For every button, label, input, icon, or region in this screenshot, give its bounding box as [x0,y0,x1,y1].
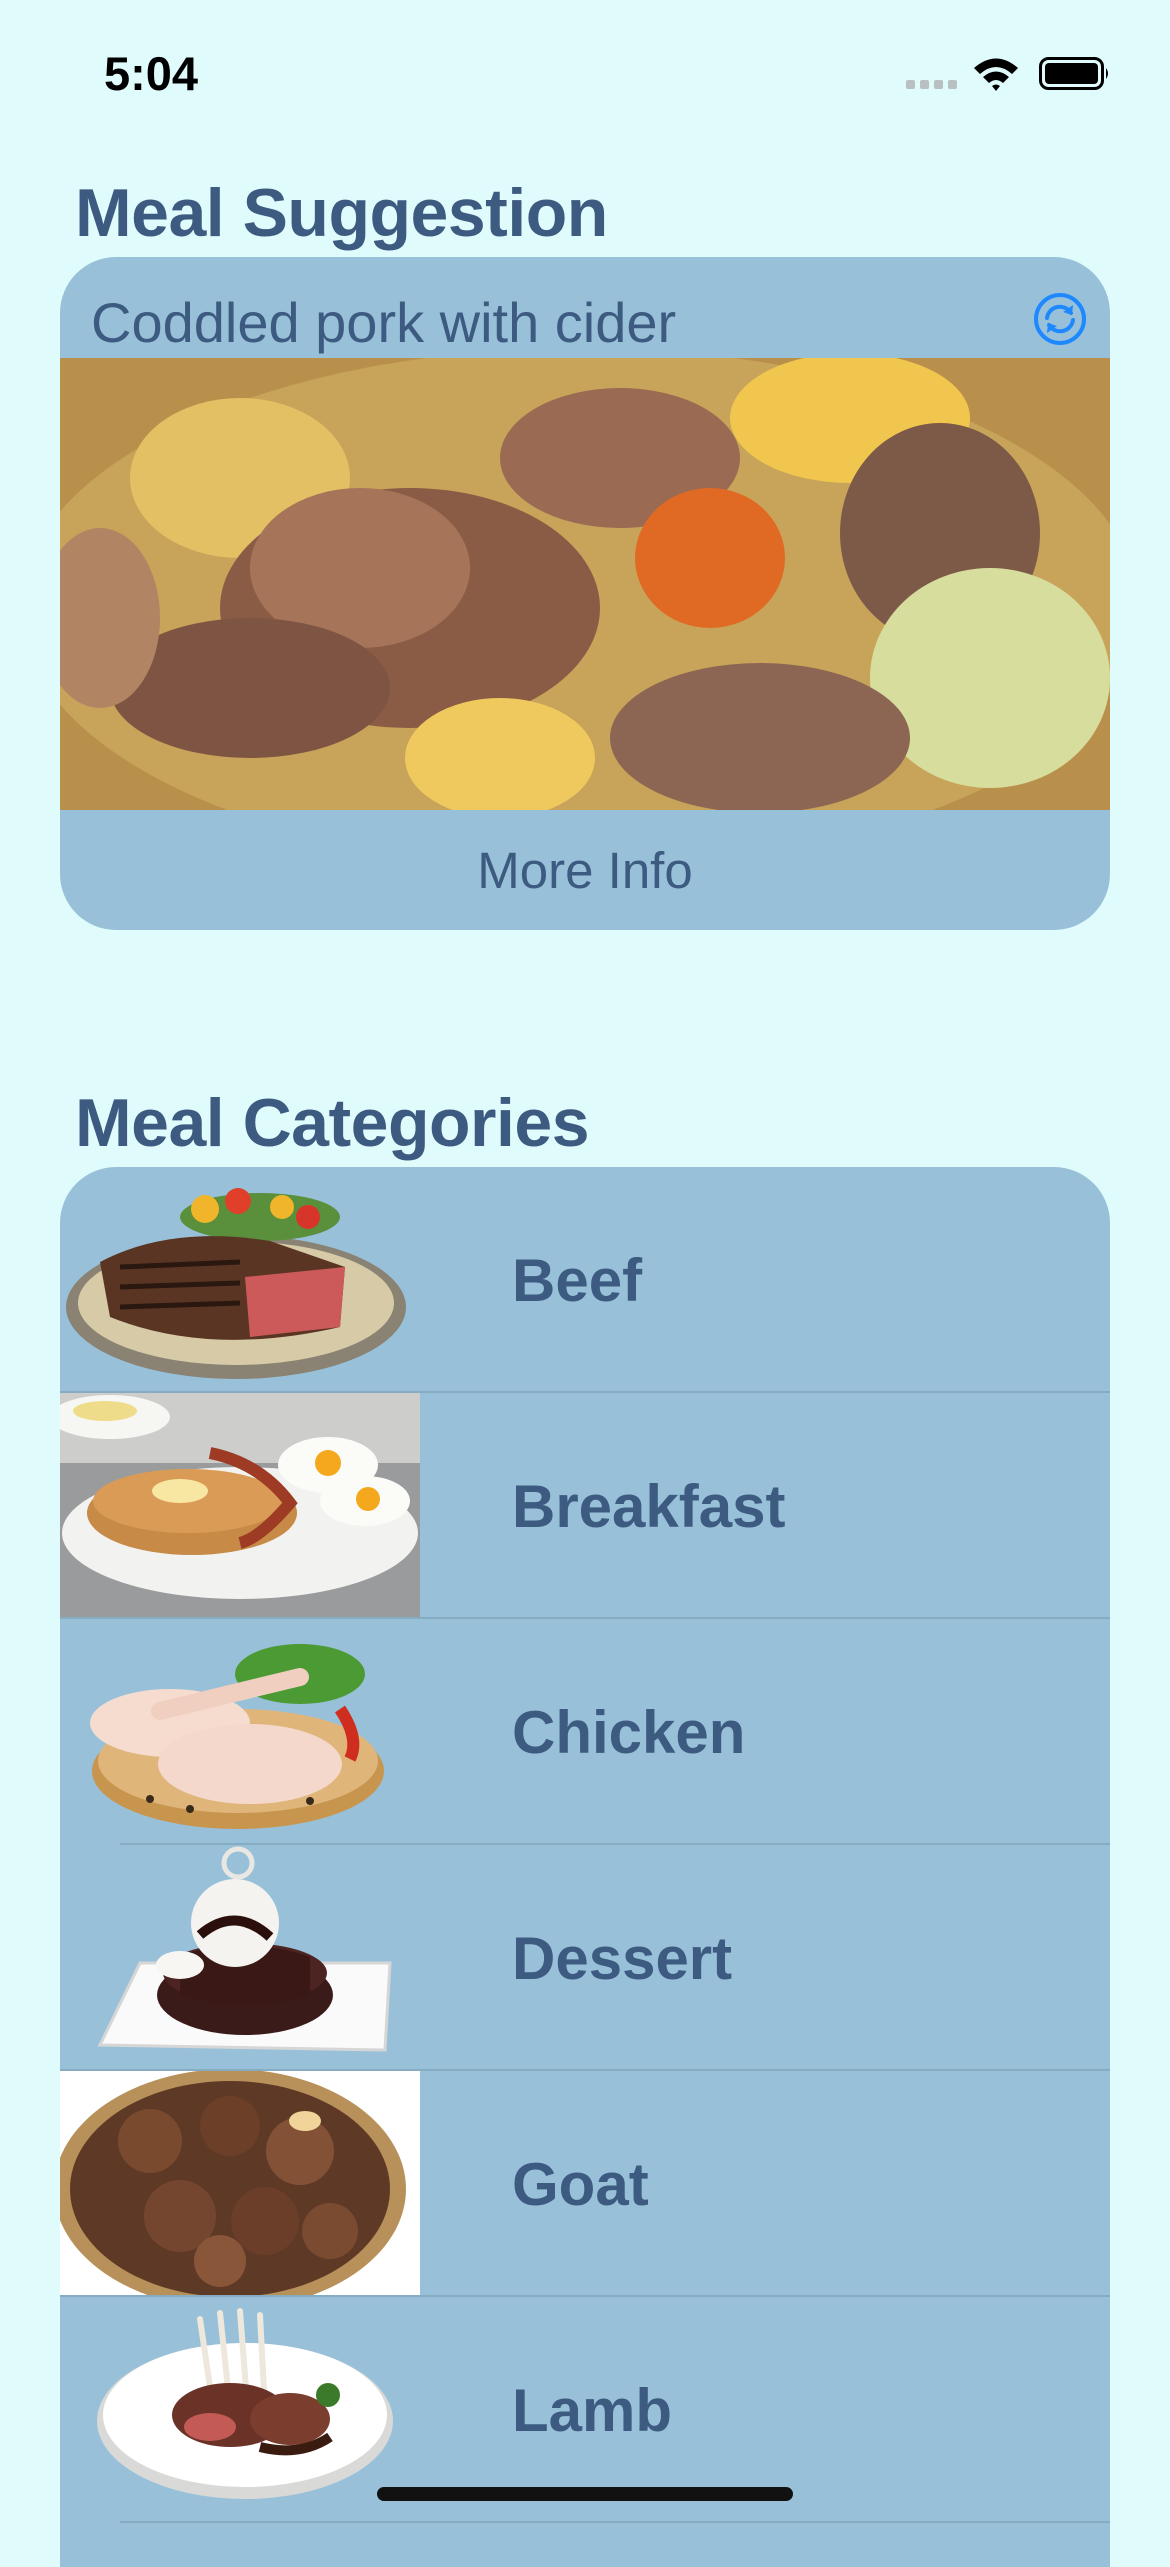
meal-photo [60,358,1110,810]
category-row-beef[interactable]: Beef [60,1167,1110,1393]
cellular-signal-icon [906,80,958,90]
wifi-icon [974,58,1018,91]
category-label: Dessert [512,1924,733,1992]
category-label: Beef [512,1246,643,1314]
lamb-thumbnail [97,2308,393,2499]
category-row-breakfast[interactable]: Breakfast [60,1393,1110,1619]
meal-categories-heading: Meal Categories [75,1085,590,1161]
category-label: Chicken [512,1698,746,1766]
beef-thumbnail [66,1188,406,1379]
refresh-icon[interactable] [1032,291,1088,347]
more-info-button[interactable]: More Info [60,810,1110,930]
breakfast-thumbnail [60,1393,420,1619]
chicken-thumbnail [90,1644,384,1829]
category-row-chicken[interactable]: Chicken [60,1619,1110,1845]
category-row-dessert[interactable]: Dessert [60,1845,1110,2071]
goat-thumbnail [60,2071,420,2297]
category-label: Goat [512,2150,649,2218]
suggested-meal-name: Coddled pork with cider [91,291,677,354]
battery-icon [1039,57,1108,90]
status-time: 5:04 [104,47,199,100]
dessert-thumbnail [97,1846,392,2052]
meal-suggestion-card: Coddled pork with cider More Info [60,257,1110,930]
row-separator [120,2521,1110,2523]
category-label: Breakfast [512,1472,786,1540]
meal-categories-list: Beef Breakfast Chicken Dessert Goat Lamb [60,1167,1110,2567]
category-row-goat[interactable]: Goat [60,2071,1110,2297]
home-indicator [377,2487,793,2501]
meal-suggestion-heading: Meal Suggestion [75,175,608,251]
status-bar: 5:04 [0,0,1170,140]
